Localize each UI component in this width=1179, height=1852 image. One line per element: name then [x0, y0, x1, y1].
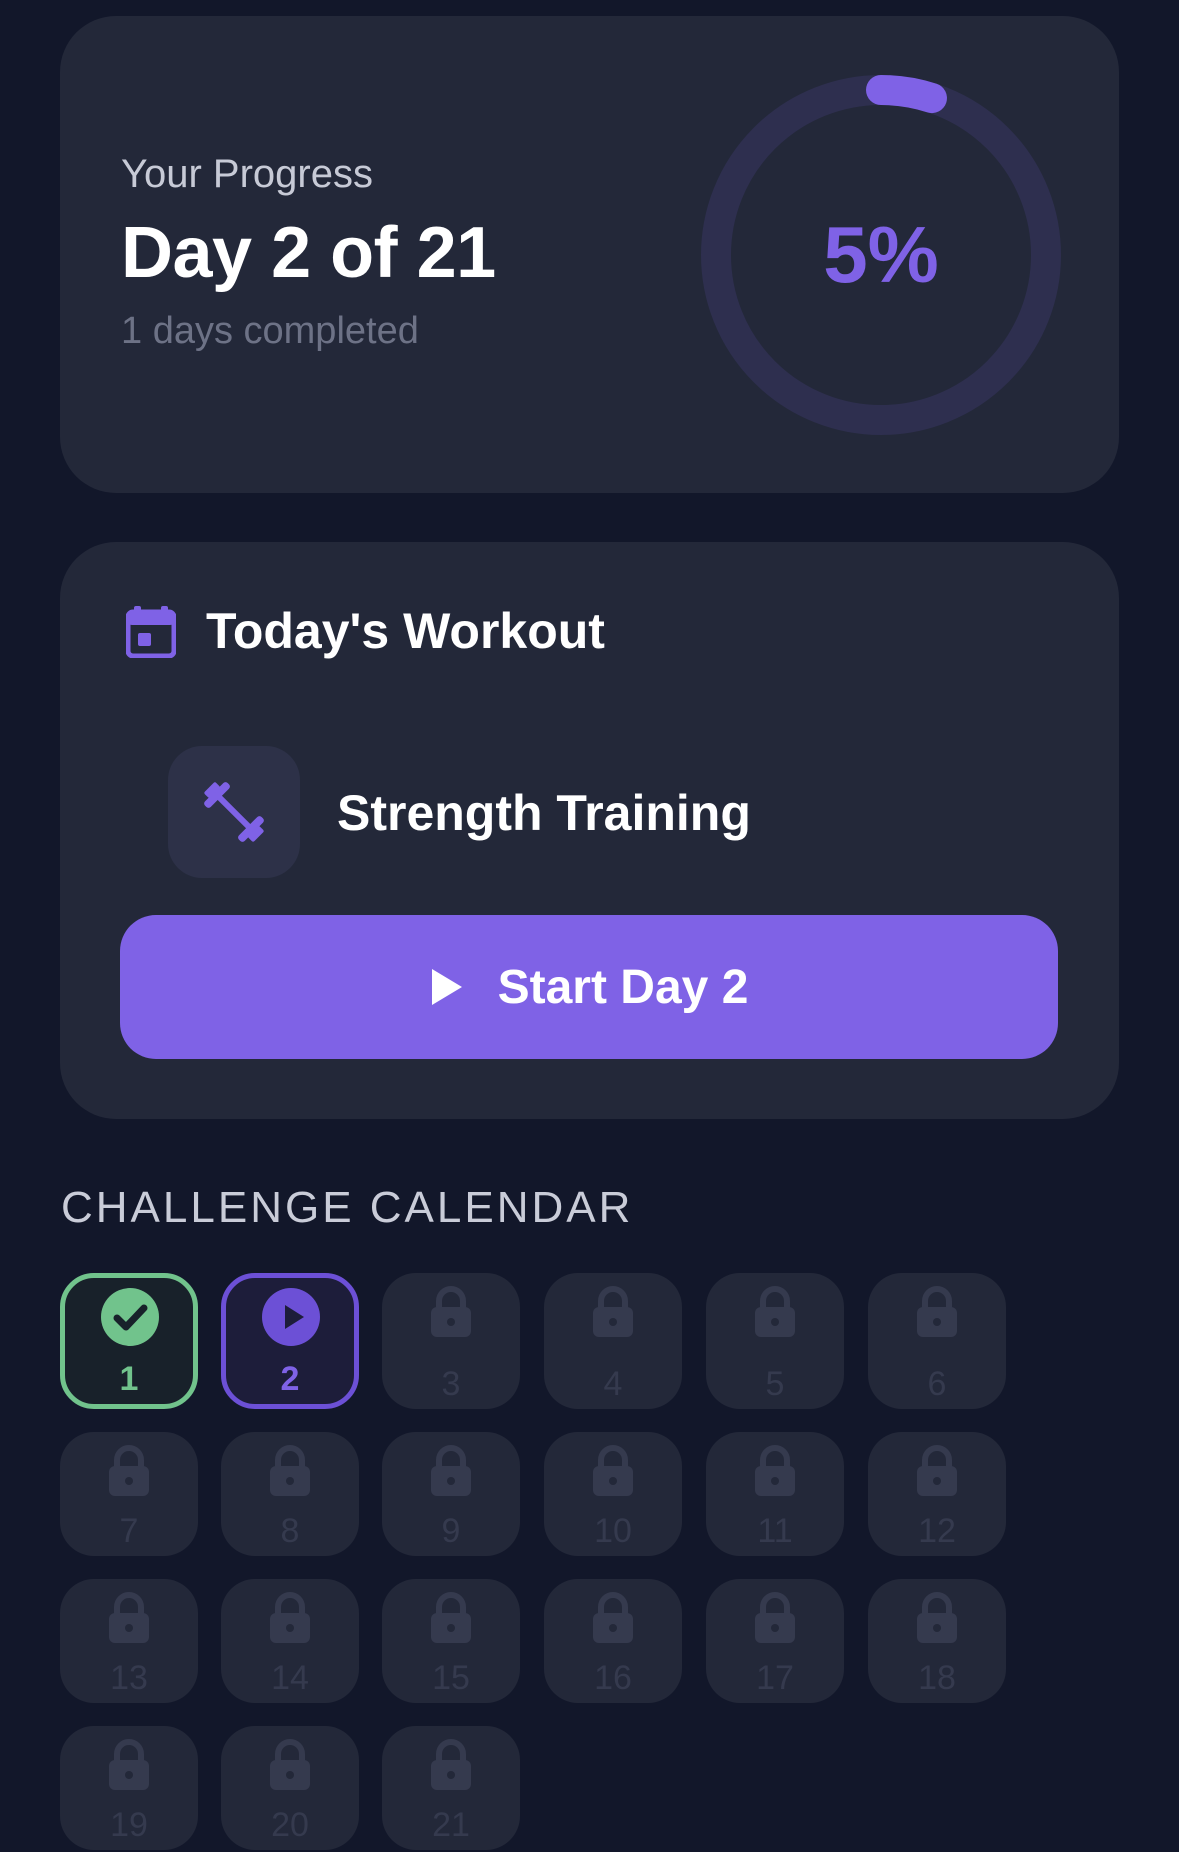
calendar-day-number: 5 [765, 1365, 785, 1403]
calendar-section-title: CHALLENGE CALENDAR [61, 1183, 634, 1232]
calendar-day-number: 12 [918, 1512, 956, 1550]
calendar-day-4[interactable]: 4 [544, 1273, 682, 1409]
lock-icon [108, 1444, 150, 1498]
calendar-day-5[interactable]: 5 [706, 1273, 844, 1409]
calendar-day-14[interactable]: 14 [221, 1579, 359, 1703]
calendar-day-20[interactable]: 20 [221, 1726, 359, 1850]
lock-icon [592, 1285, 634, 1339]
todays-workout-card: Today's Workout Strength Training Start … [60, 542, 1119, 1119]
calendar-day-6[interactable]: 6 [868, 1273, 1006, 1409]
workout-title: Today's Workout [206, 603, 605, 659]
calendar-day-15[interactable]: 15 [382, 1579, 520, 1703]
check-circle-icon [101, 1288, 159, 1346]
calendar-day-21[interactable]: 21 [382, 1726, 520, 1850]
calendar-day-number: 8 [280, 1512, 300, 1550]
lock-icon [430, 1444, 472, 1498]
challenge-screen: Your Progress Day 2 of 21 1 days complet… [0, 0, 1179, 1852]
lock-icon [269, 1591, 311, 1645]
calendar-day-number: 11 [757, 1512, 793, 1550]
calendar-day-12[interactable]: 12 [868, 1432, 1006, 1556]
progress-card: Your Progress Day 2 of 21 1 days complet… [60, 16, 1119, 493]
lock-icon [269, 1738, 311, 1792]
lock-icon [916, 1285, 958, 1339]
dumbbell-icon [204, 782, 264, 842]
progress-title: Day 2 of 21 [121, 213, 496, 293]
calendar-day-number: 10 [594, 1512, 632, 1550]
calendar-icon [126, 606, 176, 658]
calendar-day-1[interactable]: 1 [60, 1273, 198, 1409]
calendar-day-number: 3 [441, 1365, 461, 1403]
lock-icon [108, 1738, 150, 1792]
start-day-button-label: Start Day 2 [497, 960, 749, 1014]
lock-icon [430, 1285, 472, 1339]
play-circle-icon [262, 1288, 320, 1346]
calendar-day-number: 4 [603, 1365, 623, 1403]
lock-icon [754, 1591, 796, 1645]
calendar-day-number: 9 [441, 1512, 461, 1550]
calendar-day-8[interactable]: 8 [221, 1432, 359, 1556]
calendar-day-number: 2 [280, 1360, 300, 1398]
calendar-day-number: 14 [271, 1659, 309, 1697]
lock-icon [754, 1444, 796, 1498]
progress-label: Your Progress [121, 152, 373, 196]
calendar-day-3[interactable]: 3 [382, 1273, 520, 1409]
calendar-day-13[interactable]: 13 [60, 1579, 198, 1703]
calendar-day-number: 21 [432, 1806, 470, 1844]
lock-icon [592, 1444, 634, 1498]
calendar-day-number: 13 [110, 1659, 148, 1697]
lock-icon [592, 1591, 634, 1645]
calendar-day-number: 16 [594, 1659, 632, 1697]
calendar-day-number: 15 [432, 1659, 470, 1697]
calendar-day-19[interactable]: 19 [60, 1726, 198, 1850]
lock-icon [108, 1591, 150, 1645]
lock-icon [916, 1444, 958, 1498]
calendar-day-16[interactable]: 16 [544, 1579, 682, 1703]
play-icon [431, 969, 462, 1005]
progress-subtitle: 1 days completed [121, 310, 419, 352]
calendar-day-10[interactable]: 10 [544, 1432, 682, 1556]
calendar-day-2[interactable]: 2 [221, 1273, 359, 1409]
calendar-day-9[interactable]: 9 [382, 1432, 520, 1556]
lock-icon [269, 1444, 311, 1498]
exercise-name: Strength Training [337, 785, 751, 841]
progress-percent: 5% [823, 210, 939, 299]
calendar-day-number: 1 [119, 1360, 139, 1398]
lock-icon [430, 1591, 472, 1645]
calendar-day-18[interactable]: 18 [868, 1579, 1006, 1703]
calendar-day-number: 19 [110, 1806, 148, 1844]
exercise-icon-tile [168, 746, 300, 878]
calendar-day-11[interactable]: 11 [706, 1432, 844, 1556]
lock-icon [754, 1285, 796, 1339]
calendar-day-number: 20 [271, 1806, 309, 1844]
lock-icon [430, 1738, 472, 1792]
calendar-day-number: 17 [756, 1659, 794, 1697]
calendar-day-number: 7 [119, 1512, 139, 1550]
calendar-day-number: 6 [927, 1365, 947, 1403]
calendar-day-7[interactable]: 7 [60, 1432, 198, 1556]
calendar-day-17[interactable]: 17 [706, 1579, 844, 1703]
calendar-day-number: 18 [918, 1659, 956, 1697]
lock-icon [916, 1591, 958, 1645]
start-day-button[interactable]: Start Day 2 [120, 915, 1058, 1059]
